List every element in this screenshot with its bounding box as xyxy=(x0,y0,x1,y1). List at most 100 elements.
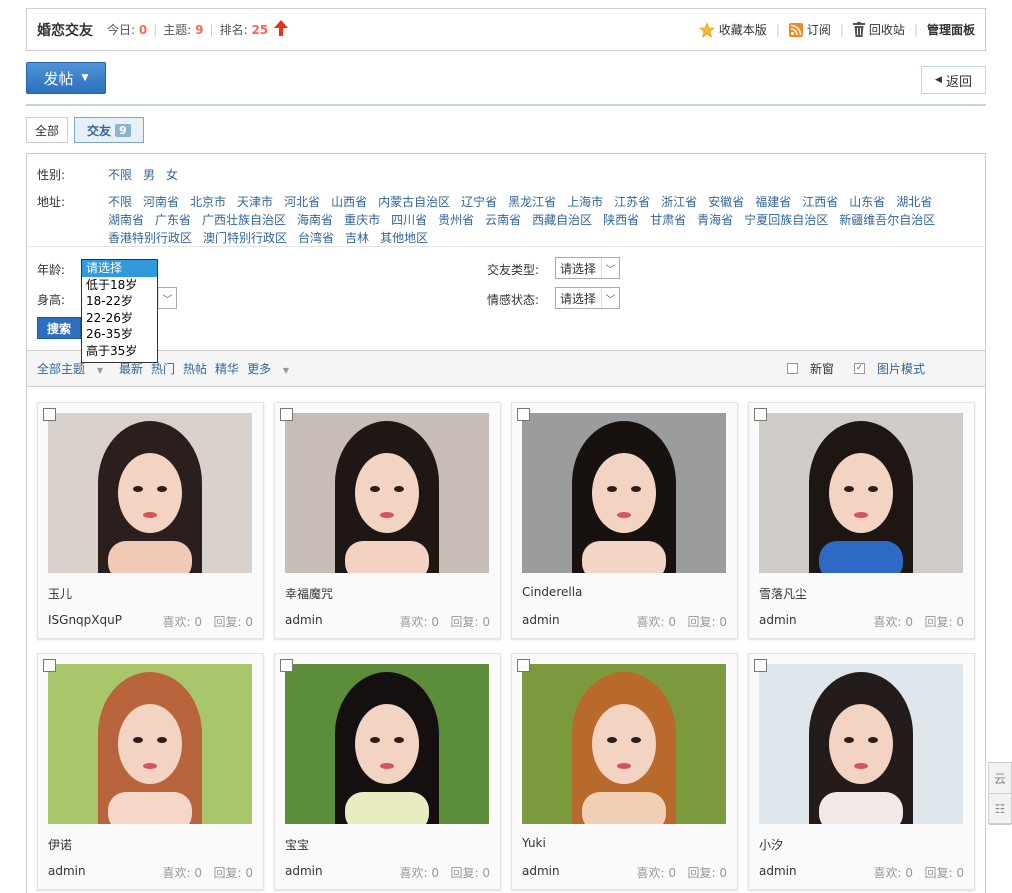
card-title[interactable]: 雪落凡尘 xyxy=(759,585,807,602)
tab-dating[interactable]: 交友 9 xyxy=(74,117,144,143)
photo-card[interactable]: 宝宝 admin 喜欢: 0 回复: 0 xyxy=(274,653,501,890)
profile-photo[interactable] xyxy=(285,413,489,573)
more-menu[interactable]: 更多 ▼ xyxy=(247,360,297,377)
select-checkbox[interactable] xyxy=(517,659,530,672)
region-option[interactable]: 浙江省 xyxy=(661,193,697,211)
profile-photo[interactable] xyxy=(522,413,726,573)
age-option[interactable]: 22-26岁 xyxy=(82,310,157,327)
age-option[interactable]: 26-35岁 xyxy=(82,326,157,343)
region-option[interactable]: 湖北省 xyxy=(896,193,932,211)
region-option[interactable]: 河南省 xyxy=(143,193,179,211)
profile-photo[interactable] xyxy=(759,664,963,824)
recycle-link[interactable]: 回收站 xyxy=(852,21,905,38)
region-option[interactable]: 安徽省 xyxy=(708,193,744,211)
region-option[interactable]: 不限 xyxy=(108,193,132,211)
region-option[interactable]: 青海省 xyxy=(697,211,733,229)
photo-card[interactable]: Yuki admin 喜欢: 0 回复: 0 xyxy=(511,653,738,890)
region-option[interactable]: 北京市 xyxy=(190,193,226,211)
region-option[interactable]: 天津市 xyxy=(237,193,273,211)
photo-card[interactable]: 玉儿 ISGnqpXquP 喜欢: 0 回复: 0 xyxy=(37,402,264,639)
age-option[interactable]: 请选择 xyxy=(82,260,157,277)
region-option[interactable]: 澳门特别行政区 xyxy=(203,229,287,247)
card-author[interactable]: admin xyxy=(522,613,560,627)
region-option[interactable]: 新疆维吾尔自治区 xyxy=(839,211,935,229)
select-checkbox[interactable] xyxy=(280,659,293,672)
cloud-button[interactable]: 云 xyxy=(989,763,1011,794)
select-checkbox[interactable] xyxy=(517,408,530,421)
region-option[interactable]: 重庆市 xyxy=(344,211,380,229)
card-author[interactable]: ISGnqpXquP xyxy=(48,613,122,627)
region-option[interactable]: 四川省 xyxy=(391,211,427,229)
photo-card[interactable]: 伊诺 admin 喜欢: 0 回复: 0 xyxy=(37,653,264,890)
subscribe-link[interactable]: 订阅 xyxy=(788,21,831,38)
profile-photo[interactable] xyxy=(48,664,252,824)
image-mode-checkbox[interactable]: ✓ xyxy=(853,363,865,374)
tab-all[interactable]: 全部 xyxy=(26,117,69,143)
card-author[interactable]: admin xyxy=(48,864,86,878)
region-option[interactable]: 辽宁省 xyxy=(461,193,497,211)
favorite-link[interactable]: 收藏本版 xyxy=(698,21,767,38)
gender-option[interactable]: 男 xyxy=(143,166,155,184)
region-option[interactable]: 香港特别行政区 xyxy=(108,229,192,247)
photo-card[interactable]: 幸福魔咒 admin 喜欢: 0 回复: 0 xyxy=(274,402,501,639)
list-button[interactable]: ☷ xyxy=(989,794,1011,825)
filter-hot-posts[interactable]: 热帖 xyxy=(183,360,207,377)
card-author[interactable]: admin xyxy=(759,613,797,627)
age-dropdown[interactable]: 请选择 低于18岁 18-22岁 22-26岁 26-35岁 高于35岁 xyxy=(81,259,158,363)
new-window-checkbox[interactable] xyxy=(786,363,798,374)
admin-panel-link[interactable]: 管理面板 xyxy=(927,21,975,38)
card-title[interactable]: 玉儿 xyxy=(48,585,72,602)
gender-option[interactable]: 不限 xyxy=(108,166,132,184)
profile-photo[interactable] xyxy=(48,413,252,573)
region-option[interactable]: 福建省 xyxy=(755,193,791,211)
profile-photo[interactable] xyxy=(522,664,726,824)
card-title[interactable]: 小汐 xyxy=(759,836,783,853)
card-title[interactable]: Yuki xyxy=(522,836,546,850)
region-option[interactable]: 云南省 xyxy=(485,211,521,229)
select-checkbox[interactable] xyxy=(43,659,56,672)
region-option[interactable]: 山东省 xyxy=(849,193,885,211)
region-option[interactable]: 湖南省 xyxy=(108,211,144,229)
card-title[interactable]: 伊诺 xyxy=(48,836,72,853)
card-title[interactable]: 宝宝 xyxy=(285,836,309,853)
card-title[interactable]: 幸福魔咒 xyxy=(285,585,333,602)
photo-card[interactable]: Cinderella admin 喜欢: 0 回复: 0 xyxy=(511,402,738,639)
card-author[interactable]: admin xyxy=(759,864,797,878)
gender-option[interactable]: 女 xyxy=(166,166,178,184)
age-option[interactable]: 低于18岁 xyxy=(82,277,157,294)
region-option[interactable]: 台湾省 xyxy=(298,229,334,247)
photo-card[interactable]: 小汐 admin 喜欢: 0 回复: 0 xyxy=(748,653,975,890)
card-author[interactable]: admin xyxy=(285,864,323,878)
region-option[interactable]: 江西省 xyxy=(802,193,838,211)
select-checkbox[interactable] xyxy=(280,408,293,421)
region-option[interactable]: 河北省 xyxy=(284,193,320,211)
post-button[interactable]: 发帖 ▼ xyxy=(26,62,106,94)
region-option[interactable]: 上海市 xyxy=(567,193,603,211)
region-option[interactable]: 陕西省 xyxy=(603,211,639,229)
card-title[interactable]: Cinderella xyxy=(522,585,582,599)
emotion-select[interactable]: 请选择 ﹀ xyxy=(555,287,620,309)
select-checkbox[interactable] xyxy=(754,659,767,672)
age-option[interactable]: 高于35岁 xyxy=(82,343,157,360)
region-option[interactable]: 甘肃省 xyxy=(650,211,686,229)
region-option[interactable]: 西藏自治区 xyxy=(532,211,592,229)
region-option[interactable]: 山西省 xyxy=(331,193,367,211)
region-option[interactable]: 广西壮族自治区 xyxy=(202,211,286,229)
region-option[interactable]: 内蒙古自治区 xyxy=(378,193,450,211)
card-author[interactable]: admin xyxy=(285,613,323,627)
region-option[interactable]: 贵州省 xyxy=(438,211,474,229)
select-checkbox[interactable] xyxy=(754,408,767,421)
region-option[interactable]: 广东省 xyxy=(155,211,191,229)
select-checkbox[interactable] xyxy=(43,408,56,421)
filter-digest[interactable]: 精华 xyxy=(215,360,239,377)
photo-card[interactable]: 雪落凡尘 admin 喜欢: 0 回复: 0 xyxy=(748,402,975,639)
region-option[interactable]: 宁夏回族自治区 xyxy=(744,211,828,229)
region-option[interactable]: 吉林 xyxy=(345,229,369,247)
back-button[interactable]: ◀ 返回 xyxy=(921,66,986,94)
region-option[interactable]: 江苏省 xyxy=(614,193,650,211)
friend-type-select[interactable]: 请选择 ﹀ xyxy=(555,257,620,279)
region-option[interactable]: 黑龙江省 xyxy=(508,193,556,211)
card-author[interactable]: admin xyxy=(522,864,560,878)
region-option[interactable]: 其他地区 xyxy=(380,229,428,247)
search-button[interactable]: 搜索 xyxy=(37,317,81,339)
